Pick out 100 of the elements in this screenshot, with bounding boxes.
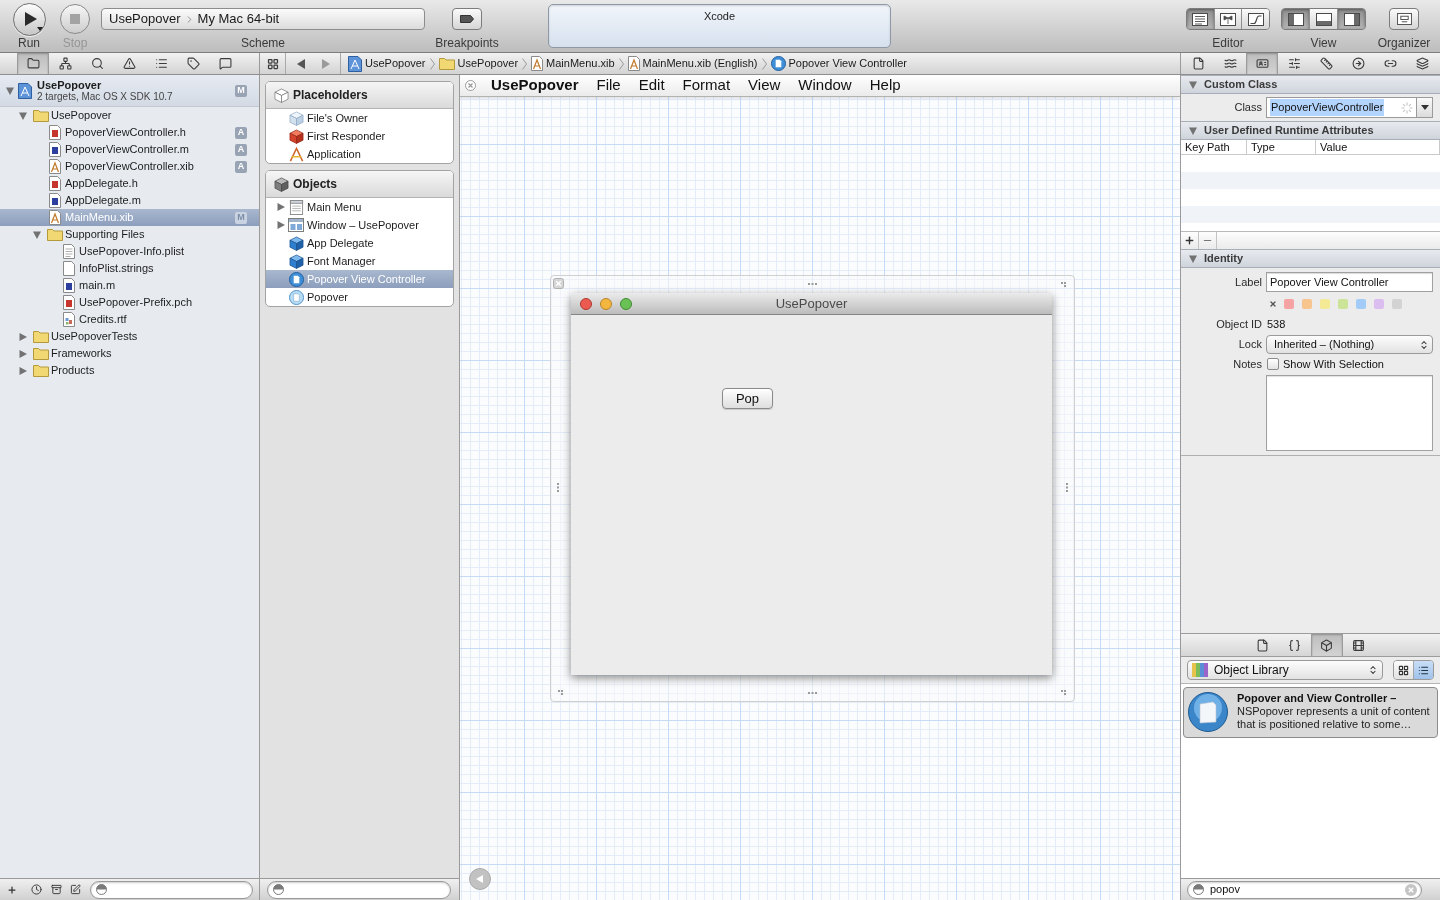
clock-icon[interactable] — [31, 884, 42, 895]
color-swatch-icon[interactable] — [1338, 299, 1348, 309]
navigator-row[interactable]: Supporting Files — [0, 226, 259, 243]
navigator-row[interactable]: PopoverViewController.xib A — [0, 158, 259, 175]
navigator-row[interactable]: UsePopoverTests — [0, 328, 259, 345]
section-header[interactable]: Custom Class — [1181, 75, 1440, 94]
view-toggle-button[interactable] — [1338, 9, 1365, 29]
outline-item[interactable]: Font Manager — [266, 252, 453, 270]
column-header[interactable]: Key Path — [1181, 140, 1247, 154]
navigator-row[interactable]: Credits.rtf — [0, 311, 259, 328]
view-toggle-button[interactable] — [1282, 9, 1310, 29]
navigator-row[interactable]: PopoverViewController.h A — [0, 124, 259, 141]
disclosure-triangle-icon[interactable] — [1189, 80, 1197, 89]
navigator-tab[interactable] — [17, 53, 49, 74]
navigator-row[interactable]: UsePopover 2 targets, Mac OS X SDK 10.7 M — [0, 75, 259, 107]
navigator-row[interactable]: UsePopover-Info.plist — [0, 243, 259, 260]
library-popup[interactable]: Object Library — [1187, 660, 1383, 680]
class-combo-box[interactable]: PopoverViewController — [1266, 97, 1433, 118]
outline-item[interactable]: Application — [266, 145, 453, 163]
disclosure-triangle-icon[interactable] — [1189, 254, 1197, 263]
menu-item[interactable]: View — [748, 75, 781, 97]
inspector-tab[interactable] — [1246, 53, 1278, 74]
disclosure-triangle-icon[interactable] — [1189, 126, 1197, 135]
menu-item[interactable]: File — [596, 75, 621, 97]
interface-file-icon — [49, 159, 61, 174]
section-header[interactable]: Identity — [1181, 249, 1440, 268]
filter-field[interactable] — [267, 880, 451, 899]
archive-icon[interactable] — [51, 884, 62, 895]
column-header[interactable]: Type — [1247, 140, 1316, 154]
menu-item[interactable]: Window — [798, 75, 852, 97]
color-swatch-icon[interactable] — [1392, 299, 1402, 309]
disclosure-triangle-icon[interactable] — [33, 230, 41, 239]
navigator-row[interactable]: UsePopover-Prefix.pch — [0, 294, 259, 311]
add-icon[interactable] — [7, 884, 17, 895]
navigator-row[interactable]: UsePopover — [0, 107, 259, 124]
view-mode-button[interactable] — [1394, 661, 1414, 679]
menu-item[interactable]: Format — [682, 75, 731, 97]
filter-field[interactable] — [90, 880, 253, 899]
outline-item[interactable]: Popover — [266, 288, 453, 306]
outline-item[interactable]: First Responder — [266, 127, 453, 145]
lock-popup[interactable]: Inherited – (Nothing) — [1266, 335, 1433, 354]
outline-item[interactable]: App Delegate — [266, 234, 453, 252]
view-toggle-button[interactable] — [1310, 9, 1338, 29]
pen-icon[interactable] — [70, 884, 81, 895]
disclosure-triangle-icon[interactable] — [277, 221, 285, 229]
notes-field[interactable] — [1266, 375, 1433, 451]
grid-icon[interactable] — [266, 57, 279, 70]
disclosure-triangle-icon[interactable] — [19, 366, 27, 375]
library-tab[interactable] — [1310, 634, 1343, 656]
jump-bar-item[interactable]: UsePopover — [438, 53, 519, 74]
cube-icon — [274, 176, 289, 192]
color-swatch-icon[interactable] — [1356, 299, 1366, 309]
navigator-row[interactable]: Products — [0, 362, 259, 379]
disclosure-triangle-icon[interactable] — [6, 86, 14, 95]
jump-bar-item[interactable]: UsePopover — [348, 53, 426, 74]
section-header[interactable]: User Defined Runtime Attributes — [1181, 121, 1440, 140]
outline-item[interactable]: Main Menu — [266, 198, 453, 216]
color-swatch-icon[interactable] — [1374, 299, 1384, 309]
scheme-selector[interactable]: UsePopover My Mac 64-bit — [101, 8, 425, 30]
outline-item[interactable]: File's Owner — [266, 109, 453, 127]
run-button[interactable] — [12, 2, 46, 36]
navigator-row[interactable]: main.m — [0, 277, 259, 294]
navigator-row[interactable]: Frameworks — [0, 345, 259, 362]
view-mode-button[interactable] — [1414, 661, 1433, 679]
disclosure-triangle-icon[interactable] — [19, 349, 27, 358]
outline-item[interactable]: Window – UsePopover — [266, 216, 453, 234]
checkbox[interactable] — [1267, 358, 1279, 370]
disclosure-triangle-icon[interactable] — [19, 332, 27, 341]
editor-mode-button[interactable] — [1214, 9, 1243, 29]
organizer-button[interactable] — [1389, 8, 1419, 30]
color-swatch-icon[interactable] — [1284, 299, 1294, 309]
editor-segmented-control[interactable] — [1186, 8, 1270, 30]
view-mode-segmented-control[interactable] — [1393, 660, 1434, 680]
breakpoints-button[interactable] — [452, 8, 482, 30]
column-header[interactable]: Value — [1316, 140, 1440, 154]
color-swatch-icon[interactable] — [1320, 299, 1330, 309]
navigator-row[interactable]: PopoverViewController.m A — [0, 141, 259, 158]
navigator-row[interactable]: AppDelegate.h — [0, 175, 259, 192]
navigator-row[interactable]: AppDelegate.m — [0, 192, 259, 209]
dropdown-button[interactable] — [1416, 98, 1432, 117]
filter-field[interactable]: popov — [1187, 880, 1422, 899]
navigator-row[interactable]: InfoPlist.strings — [0, 260, 259, 277]
editor-mode-button[interactable] — [1242, 9, 1269, 29]
library-item[interactable]: Popover and View Controller – NSPopover represents a unit of content that is positioned relative to some… — [1183, 687, 1438, 738]
jump-bar-item[interactable]: MainMenu.xib (English) — [627, 53, 758, 74]
view-segmented-control[interactable] — [1281, 8, 1366, 30]
disclosure-triangle-icon[interactable] — [277, 203, 285, 211]
menu-item[interactable]: Help — [869, 75, 901, 97]
disclosure-triangle-icon[interactable] — [19, 111, 27, 120]
clear-label-icon[interactable] — [1269, 300, 1277, 308]
menu-app-name[interactable]: UsePopover — [491, 75, 579, 97]
color-swatch-icon[interactable] — [1302, 299, 1312, 309]
editor-mode-button[interactable] — [1187, 9, 1215, 29]
jump-bar-item[interactable]: Popover View Controller — [770, 53, 907, 74]
push-button[interactable]: Pop — [722, 388, 773, 409]
menu-item[interactable]: Edit — [638, 75, 665, 97]
jump-bar-item[interactable]: MainMenu.xib — [531, 53, 615, 74]
back-icon[interactable] — [297, 58, 305, 69]
close-icon[interactable] — [465, 80, 476, 91]
label-field[interactable]: Popover View Controller — [1266, 272, 1433, 292]
